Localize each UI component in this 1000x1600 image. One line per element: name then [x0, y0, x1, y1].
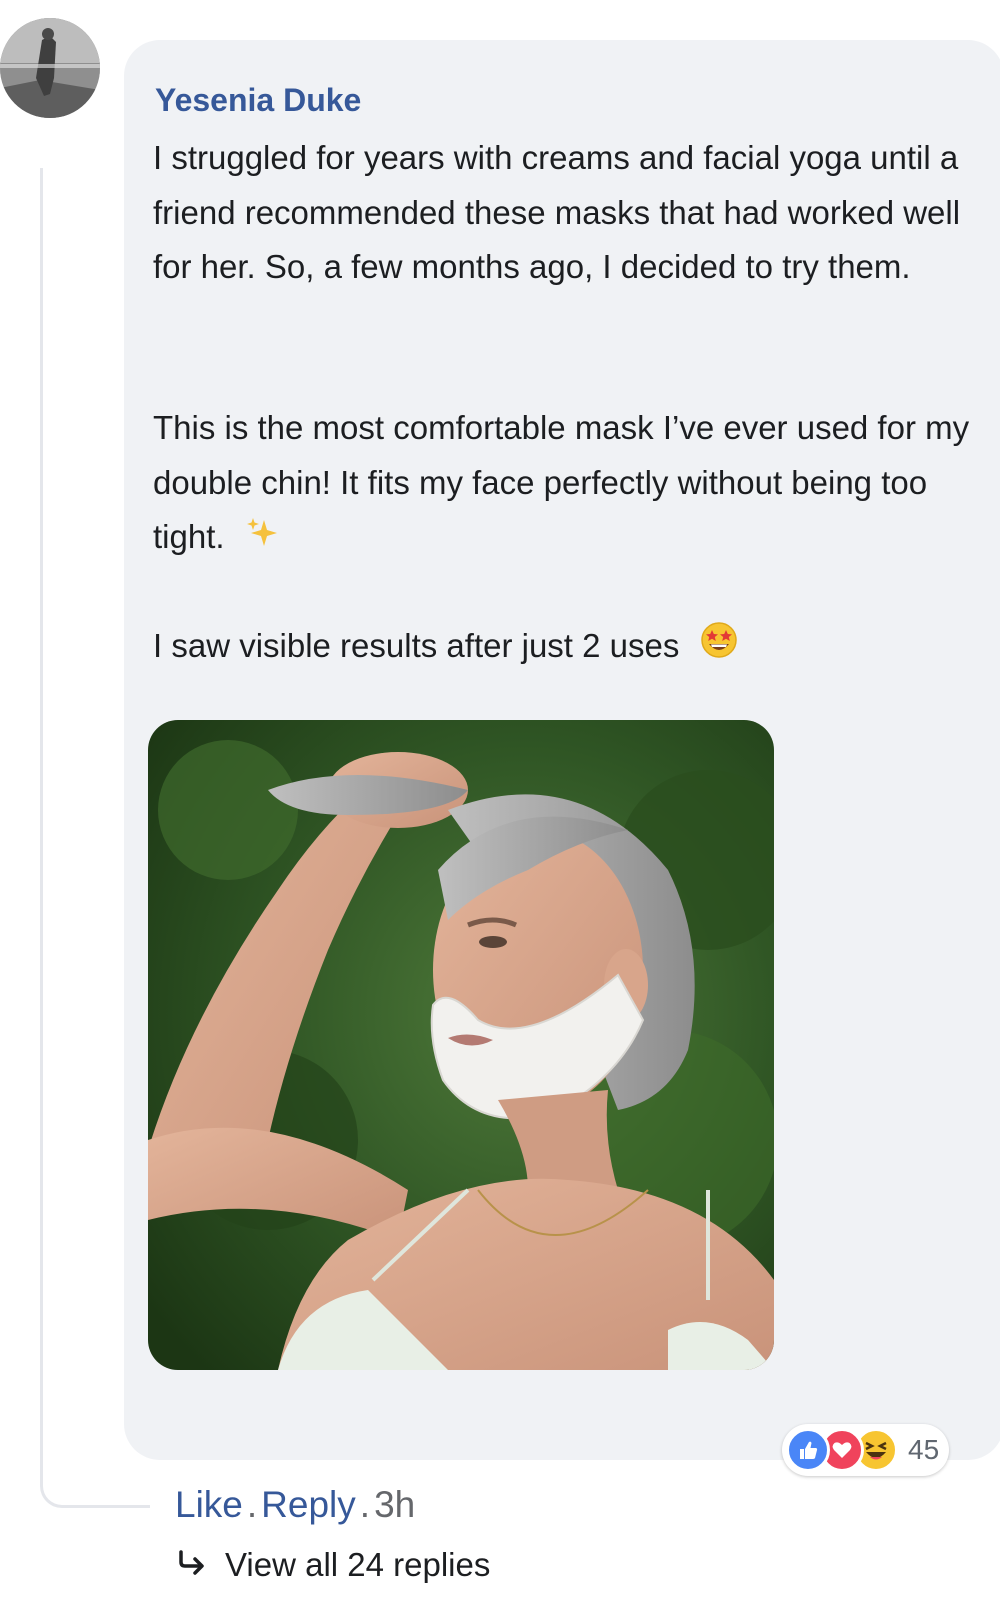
comment-paragraph: I struggled for years with creams and fa…: [153, 131, 983, 295]
separator-dot: .: [359, 1484, 371, 1525]
avatar-image: [0, 18, 100, 118]
like-reaction-icon: [786, 1428, 830, 1472]
comment-timestamp[interactable]: 3h: [374, 1484, 415, 1525]
comment-photo[interactable]: [148, 720, 774, 1370]
comment-paragraph-text: I struggled for years with creams and fa…: [153, 139, 961, 285]
reactions-summary[interactable]: 45: [782, 1424, 950, 1476]
reply-arrow-icon: [175, 1543, 207, 1587]
comment-paragraph: I saw visible results after just 2 uses: [153, 619, 983, 677]
comment-paragraph: This is the most comfortable mask I’ve e…: [153, 401, 983, 567]
avatar[interactable]: [0, 18, 100, 118]
star-struck-emoji-icon: [699, 620, 739, 677]
reply-link[interactable]: Reply: [261, 1484, 356, 1525]
photo-woman-wearing-chin-mask: [148, 720, 774, 1370]
sparkles-icon: [244, 512, 280, 567]
comment-actions: Like. Reply. 3h: [175, 1483, 415, 1527]
comment-author[interactable]: Yesenia Duke: [155, 82, 361, 119]
like-link[interactable]: Like: [175, 1484, 243, 1525]
reaction-count: 45: [908, 1434, 940, 1465]
view-replies-link[interactable]: View all 24 replies: [175, 1543, 490, 1587]
separator-dot: .: [246, 1484, 258, 1525]
view-replies-label: View all 24 replies: [225, 1546, 491, 1583]
comment-paragraph-text: I saw visible results after just 2 uses: [153, 627, 680, 664]
